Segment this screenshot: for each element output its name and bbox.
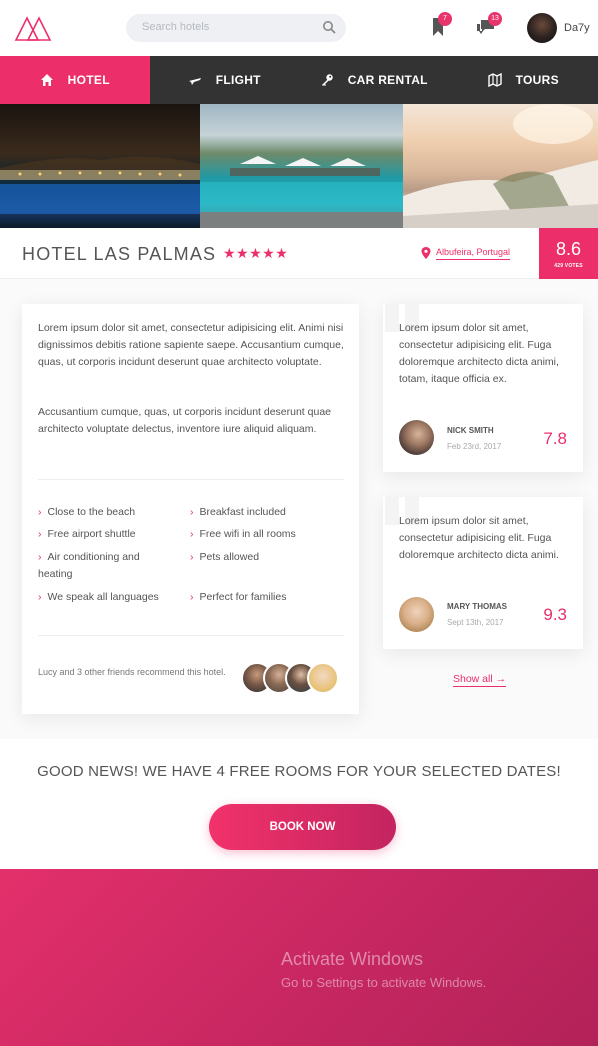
amenity-item: › Breakfast included [190, 506, 286, 518]
availability-message: GOOD NEWS! WE HAVE 4 FREE ROOMS FOR YOUR… [37, 763, 561, 780]
show-all-reviews-link[interactable]: Show all → [453, 673, 507, 687]
tab-car-rental-label: CAR RENTAL [347, 73, 428, 87]
hotel-gallery [0, 104, 598, 228]
chevron-right-icon: › [190, 551, 194, 563]
amenity-item: › We speak all languages [38, 591, 159, 603]
review-card: Lorem ipsum dolor sit amet, consectetur … [383, 497, 583, 649]
activate-windows-title: Activate Windows [281, 949, 424, 969]
chevron-right-icon: › [38, 506, 42, 518]
friend-avatar[interactable] [307, 662, 339, 694]
search-icon[interactable] [322, 20, 336, 34]
review-text: Lorem ipsum dolor sit amet, consectetur … [399, 322, 559, 385]
review-text: Lorem ipsum dolor sit amet, consectetur … [399, 515, 559, 561]
main-nav: HOTEL FLIGHT CAR RENTAL TOURS [0, 56, 598, 104]
review-date: Sept 13th, 2017 [447, 618, 504, 627]
home-icon [40, 74, 53, 86]
location-pin-icon [421, 247, 431, 259]
amenity-item: › Free airport shuttle [38, 528, 136, 540]
gallery-photo-day-pool[interactable] [200, 104, 403, 228]
book-now-button[interactable]: BOOK NOW [209, 804, 396, 850]
location-link[interactable]: Albufeira, Portugal [436, 247, 511, 260]
hotel-score: 8.6 [555, 239, 582, 259]
tab-hotel-label: HOTEL [67, 73, 110, 87]
star-rating: ★★★★★ [223, 245, 289, 261]
review-score: 9.3 [543, 605, 567, 624]
logo-icon[interactable] [14, 14, 52, 42]
reviewer-name[interactable]: MARY THOMAS [447, 602, 507, 611]
messages-badge: 13 [488, 12, 502, 26]
friends-recommend-text: Lucy and 3 other friends recommend this … [38, 667, 226, 677]
footer: Activate Windows Go to Settings to activ… [0, 869, 598, 1046]
review-card: Lorem ipsum dolor sit amet, consectetur … [383, 304, 583, 472]
hotel-score-box: 8.6 429 VOTES [539, 228, 598, 279]
hotel-name: HOTEL LAS PALMAS [22, 244, 217, 264]
description-paragraph-2: Accusantium cumque, quas, ut corporis in… [38, 406, 332, 435]
hotel-title-bar: HOTEL LAS PALMAS ★★★★★ Albufeira, Portug… [0, 228, 598, 279]
tab-car-rental[interactable]: CAR RENTAL [299, 56, 449, 104]
activate-windows-subtitle: Go to Settings to activate Windows. [281, 975, 487, 990]
review-date: Feb 23rd, 2017 [447, 442, 502, 451]
gallery-photo-terrace[interactable] [403, 104, 598, 228]
tab-flight-label: FLIGHT [215, 73, 261, 87]
review-score: 7.8 [543, 429, 567, 448]
chevron-right-icon: › [190, 528, 194, 540]
username[interactable]: Da7y [564, 22, 590, 34]
description-paragraph-1: Lorem ipsum dolor sit amet, consectetur … [38, 322, 344, 368]
hotel-votes: 429 VOTES [554, 263, 583, 269]
chevron-right-icon: › [38, 528, 42, 540]
plane-icon [188, 78, 201, 85]
search-input[interactable]: Search hotels [142, 21, 209, 33]
description-card: Lorem ipsum dolor sit amet, consectetur … [22, 304, 359, 714]
divider [38, 479, 344, 480]
chevron-right-icon: › [190, 506, 194, 518]
amenity-item: › Free wifi in all rooms [190, 528, 296, 540]
chevron-right-icon: › [38, 591, 42, 603]
gallery-photo-night-pool[interactable] [0, 104, 200, 228]
map-icon [487, 73, 502, 87]
reviewer-name[interactable]: NICK SMITH [447, 426, 494, 435]
chevron-right-icon: › [190, 591, 194, 603]
amenity-item: › Perfect for families [190, 591, 287, 603]
tab-tours-label: TOURS [515, 73, 559, 87]
reviewer-avatar[interactable] [399, 420, 434, 455]
bookmark-badge: 7 [438, 12, 452, 26]
booking-section: GOOD NEWS! WE HAVE 4 FREE ROOMS FOR YOUR… [0, 739, 598, 869]
top-header: Search hotels 7 13 Da7y [0, 0, 598, 56]
tab-hotel[interactable]: HOTEL [0, 56, 150, 104]
tab-tours[interactable]: TOURS [449, 56, 598, 104]
user-avatar[interactable] [527, 13, 557, 43]
reviewer-avatar[interactable] [399, 597, 434, 632]
amenity-item: › Close to the beach [38, 506, 136, 518]
tab-flight[interactable]: FLIGHT [150, 56, 300, 104]
key-icon [321, 74, 333, 86]
search-bar[interactable]: Search hotels [126, 14, 346, 42]
amenity-item: › Pets allowed [190, 551, 260, 563]
amenity-item: › Air conditioning and heating [38, 551, 140, 580]
chevron-right-icon: › [38, 551, 42, 563]
divider [38, 635, 344, 636]
